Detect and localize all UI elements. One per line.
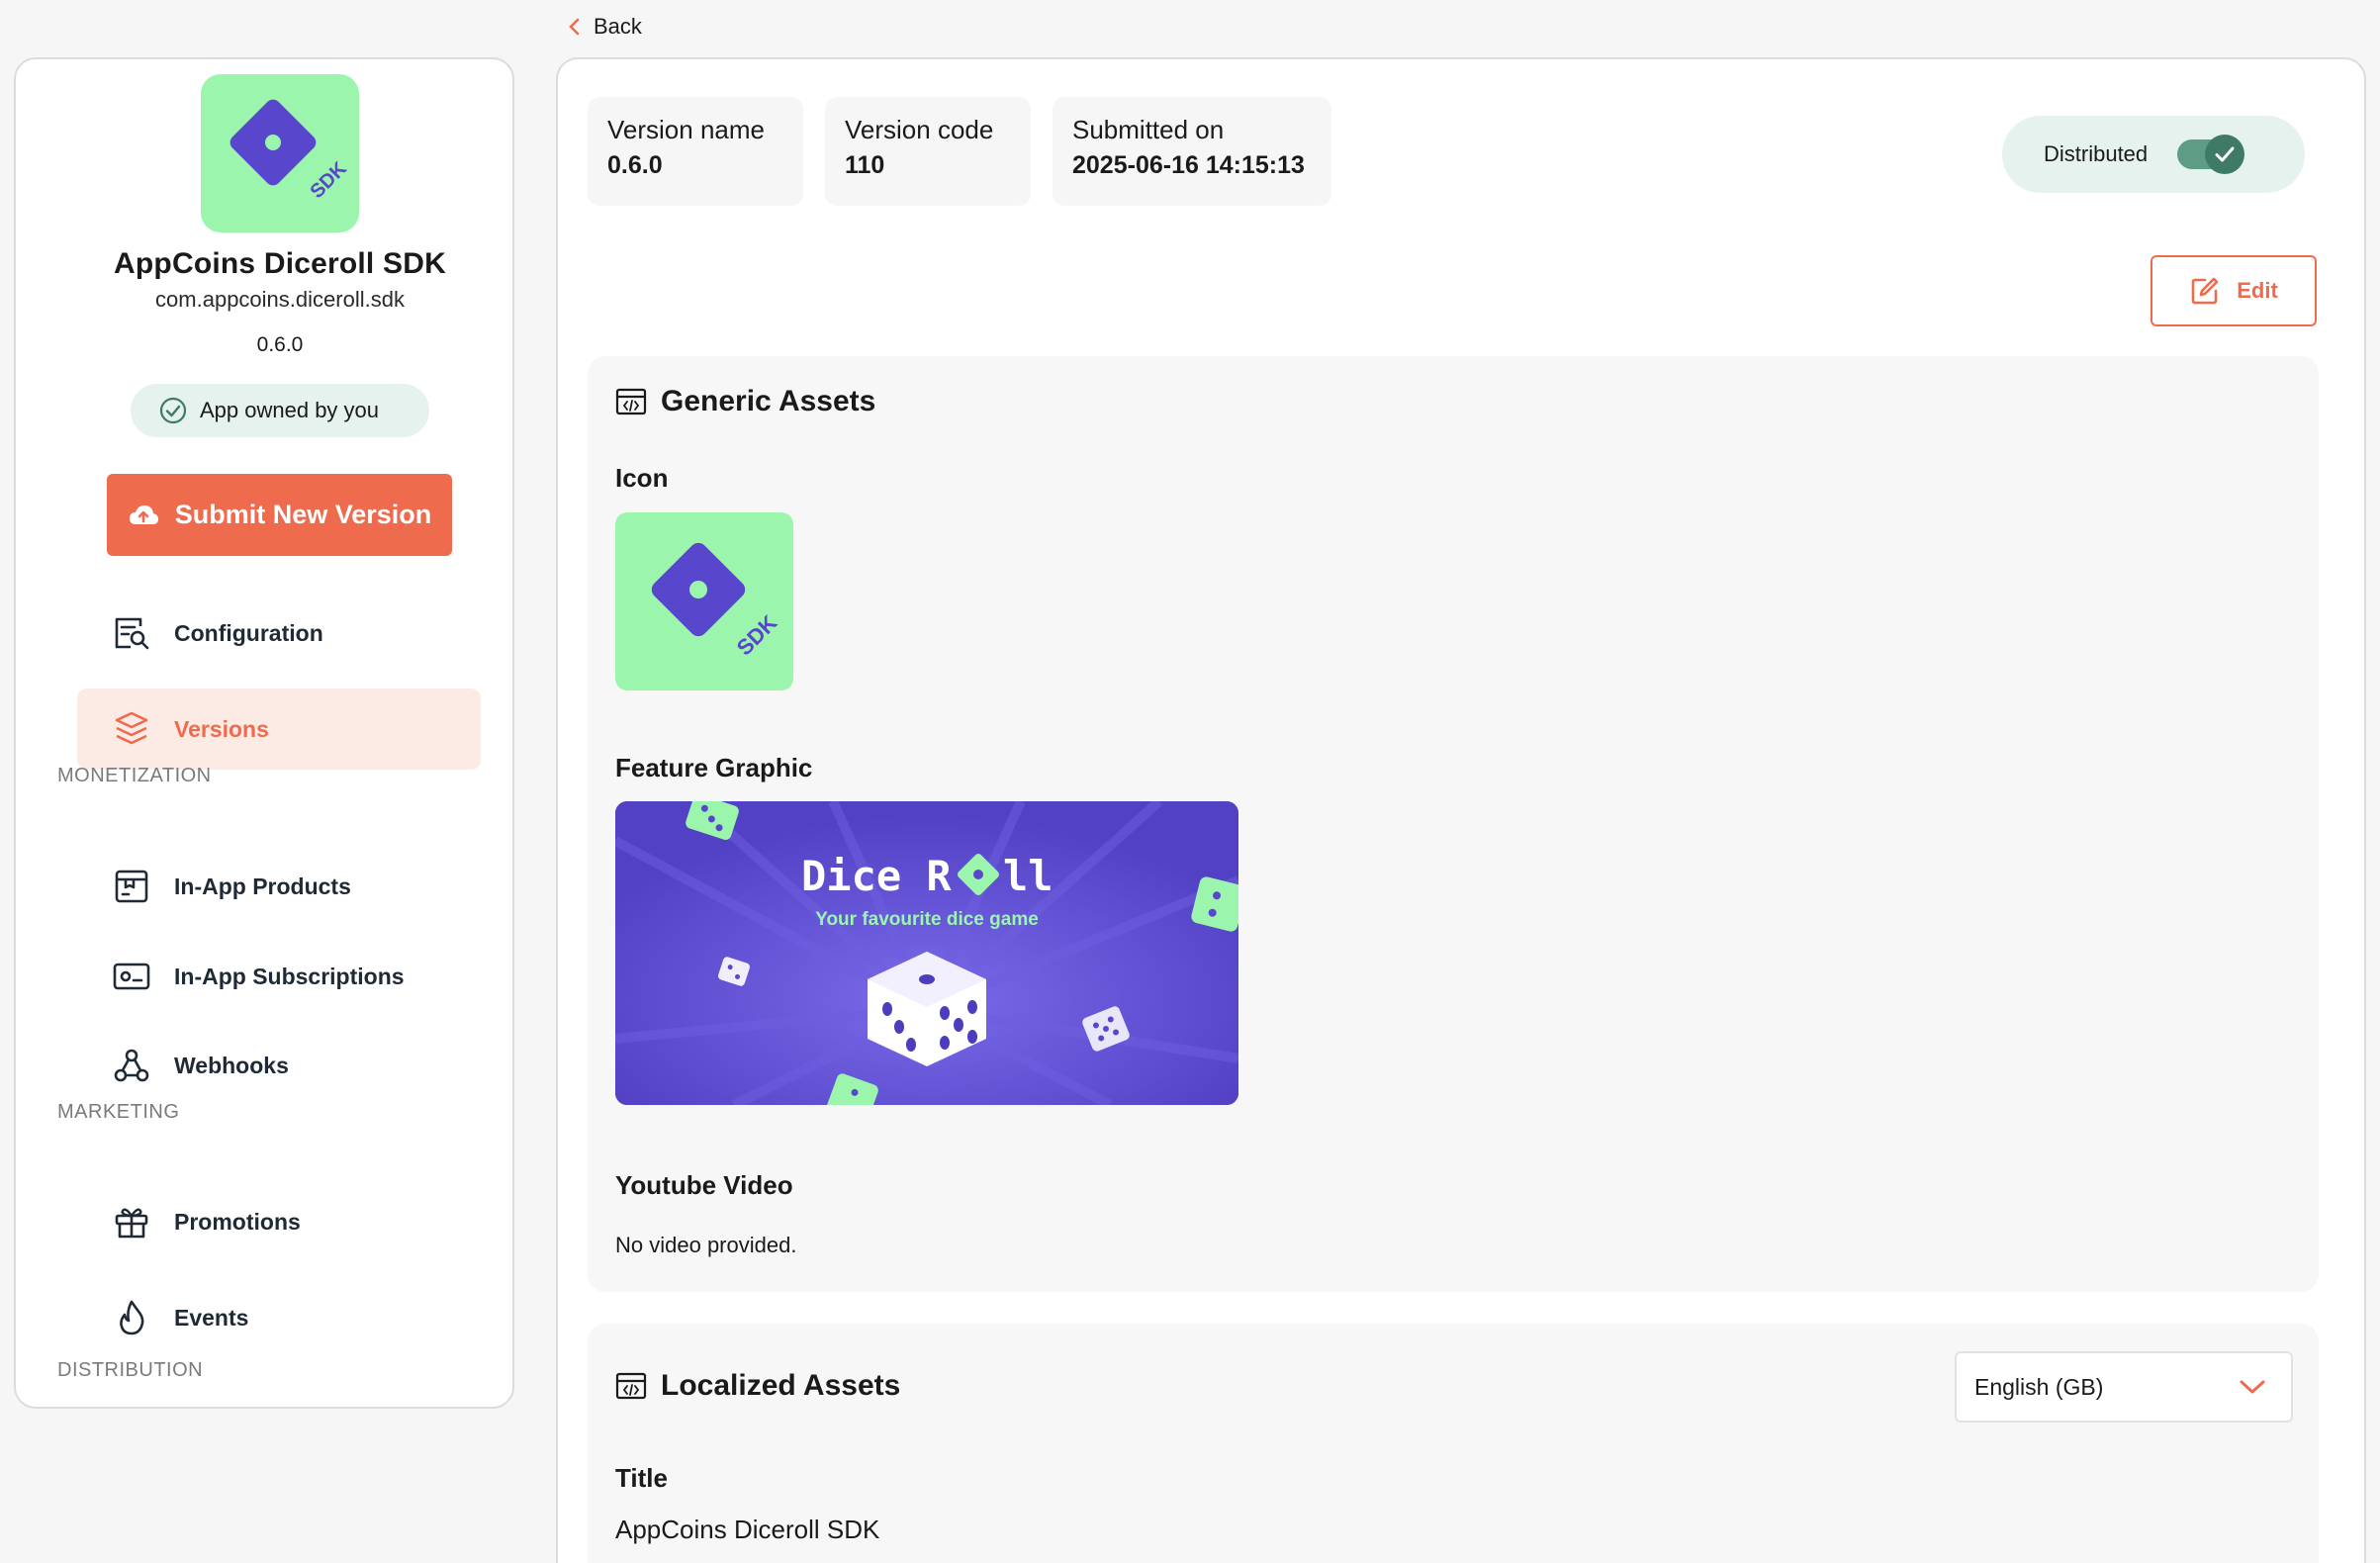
submit-new-version-button[interactable]: Submit New Version bbox=[107, 474, 452, 556]
flame-icon bbox=[120, 1300, 144, 1335]
thumbnail-icon-label: SDK bbox=[732, 610, 782, 661]
submitted-on-value: 2025-06-16 14:15:13 bbox=[1072, 151, 1305, 179]
code-window-icon bbox=[615, 1372, 647, 1400]
layers-icon bbox=[115, 711, 148, 745]
nav-item-promotions[interactable]: Promotions bbox=[77, 1181, 481, 1262]
back-link[interactable]: Back bbox=[568, 14, 642, 40]
nav-label-webhooks: Webhooks bbox=[174, 1052, 289, 1078]
app-sidebar: SDK AppCoins Diceroll SDK com.appcoins.d… bbox=[14, 57, 514, 1409]
language-selected-value: English (GB) bbox=[1974, 1373, 2104, 1400]
back-label: Back bbox=[594, 14, 642, 39]
distributed-toggle-group: Distributed bbox=[2002, 116, 2305, 193]
feature-graphic: Dice R ll Your favourite dice game bbox=[615, 801, 1238, 1105]
nav-item-in-app-products[interactable]: In-App Products bbox=[77, 846, 481, 927]
app-package: com.appcoins.diceroll.sdk bbox=[155, 287, 405, 312]
section-heading-marketing: MARKETING bbox=[57, 1101, 180, 1123]
version-code-label: Version code bbox=[845, 115, 994, 144]
app-name: AppCoins Diceroll SDK bbox=[114, 247, 446, 280]
webhook-icon bbox=[114, 1049, 149, 1082]
version-name-label: Version name bbox=[607, 115, 765, 144]
subscription-card-icon bbox=[113, 963, 150, 990]
edit-icon bbox=[2191, 277, 2219, 305]
distributed-toggle[interactable] bbox=[2177, 135, 2245, 174]
generic-assets-heading: Generic Assets bbox=[615, 385, 875, 418]
icon-label: Icon bbox=[615, 463, 669, 493]
localized-assets-heading: Localized Assets bbox=[615, 1369, 900, 1403]
feature-graphic-label: Feature Graphic bbox=[615, 753, 813, 782]
generic-assets-title: Generic Assets bbox=[661, 385, 876, 417]
submitted-on-label: Submitted on bbox=[1072, 115, 1225, 144]
nav-label-promotions: Promotions bbox=[174, 1208, 301, 1235]
chevron-left-icon bbox=[569, 18, 580, 36]
submit-label: Submit New Version bbox=[174, 500, 432, 529]
nav-label-versions: Versions bbox=[174, 715, 269, 742]
nav-label-in-app-products: In-App Products bbox=[174, 873, 351, 899]
nav-item-events[interactable]: Events bbox=[77, 1277, 481, 1358]
config-search-icon bbox=[115, 617, 149, 650]
localized-title-label: Title bbox=[615, 1463, 668, 1493]
version-code-card: Version code 110 bbox=[825, 97, 1031, 206]
version-name-card: Version name 0.6.0 bbox=[588, 97, 803, 206]
youtube-video-value: No video provided. bbox=[615, 1233, 797, 1257]
toggle-knob bbox=[2205, 135, 2245, 174]
feature-title-part-a: Dice R bbox=[801, 852, 952, 900]
edit-button[interactable]: Edit bbox=[2151, 255, 2317, 326]
section-heading-monetization: MONETIZATION bbox=[57, 765, 212, 786]
version-name-value: 0.6.0 bbox=[607, 151, 663, 179]
localized-assets-section: Localized Assets English (GB) Title AppC… bbox=[588, 1324, 2319, 1563]
edit-label: Edit bbox=[2237, 278, 2278, 303]
localized-assets-title: Localized Assets bbox=[661, 1369, 901, 1402]
store-icon bbox=[115, 870, 148, 903]
cloud-upload-icon bbox=[129, 505, 158, 524]
nav-label-events: Events bbox=[174, 1304, 249, 1331]
feature-title-part-b: ll bbox=[1003, 852, 1053, 900]
chevron-down-icon bbox=[2240, 1380, 2265, 1394]
language-select[interactable]: English (GB) bbox=[1955, 1351, 2293, 1423]
generic-assets-section: Generic Assets Icon SDK Feature Graphic bbox=[588, 356, 2319, 1292]
app-icon: SDK bbox=[201, 74, 359, 232]
localized-title-value: AppCoins Diceroll SDK bbox=[615, 1515, 880, 1544]
app-icon-thumbnail: SDK bbox=[615, 512, 793, 690]
app-version: 0.6.0 bbox=[256, 333, 304, 356]
check-circle-icon bbox=[159, 397, 187, 424]
version-details-panel: Version name 0.6.0 Version code 110 Subm… bbox=[556, 57, 2366, 1563]
app-icon-label: SDK bbox=[306, 157, 351, 203]
nav-label-configuration: Configuration bbox=[174, 619, 323, 646]
distributed-label: Distributed bbox=[2044, 141, 2149, 166]
nav-item-configuration[interactable]: Configuration bbox=[77, 593, 481, 674]
nav-item-in-app-subscriptions[interactable]: In-App Subscriptions bbox=[77, 936, 481, 1017]
submitted-on-card: Submitted on 2025-06-16 14:15:13 bbox=[1053, 97, 1331, 206]
owned-label: App owned by you bbox=[200, 398, 380, 422]
nav-label-in-app-subscriptions: In-App Subscriptions bbox=[174, 963, 405, 989]
nav-item-webhooks[interactable]: Webhooks bbox=[77, 1025, 481, 1106]
gift-icon bbox=[115, 1208, 148, 1239]
youtube-video-label: Youtube Video bbox=[615, 1170, 793, 1200]
code-window-icon bbox=[615, 388, 647, 415]
owned-badge: App owned by you bbox=[131, 384, 429, 437]
version-code-value: 110 bbox=[845, 151, 885, 179]
section-heading-distribution: DISTRIBUTION bbox=[57, 1359, 204, 1381]
nav-item-versions[interactable]: Versions bbox=[77, 689, 481, 770]
feature-subtitle: Your favourite dice game bbox=[815, 909, 1039, 930]
check-icon bbox=[2215, 146, 2235, 162]
